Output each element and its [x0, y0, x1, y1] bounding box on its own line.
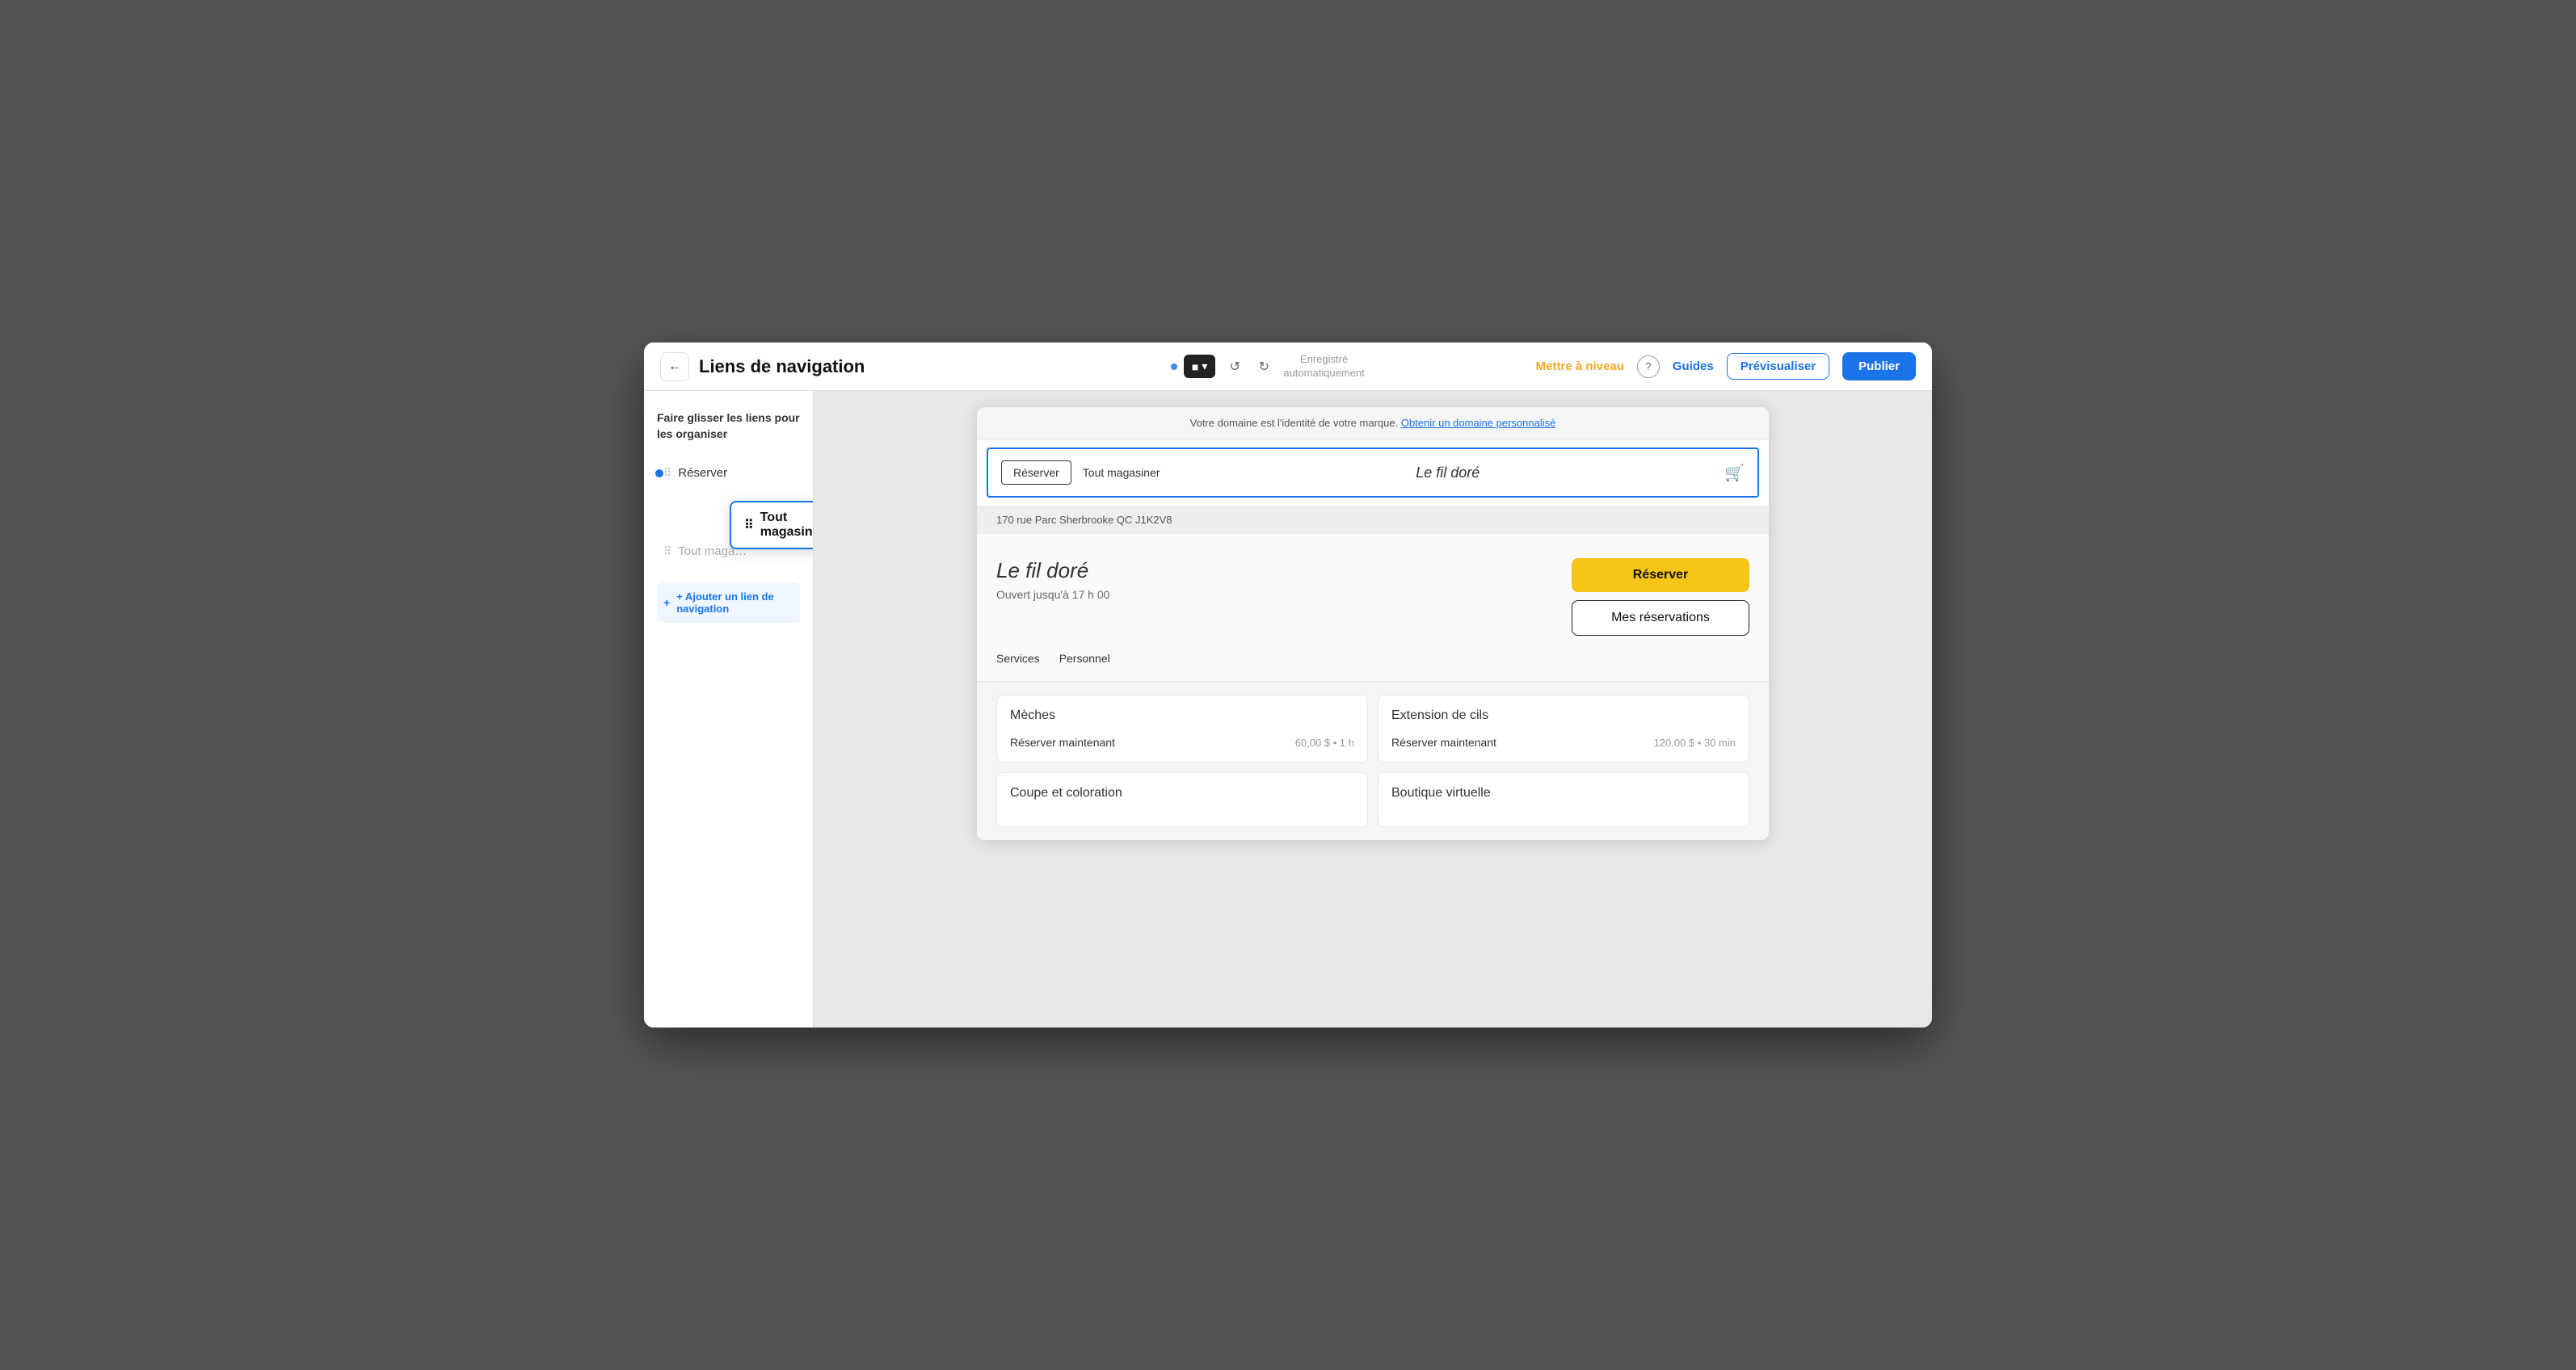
guides-button[interactable]: Guides	[1673, 359, 1714, 373]
undo-redo-group: ↺ ↻	[1222, 354, 1277, 380]
device-icon: ■	[1192, 360, 1198, 373]
undo-button[interactable]: ↺	[1222, 354, 1248, 380]
service-card-meches: Mèches Réserver maintenant 60,00 $ • 1 h	[996, 695, 1368, 763]
service-tabs: Services Personnel	[977, 652, 1769, 682]
active-indicator	[655, 469, 663, 477]
card-link-meches[interactable]: Réserver maintenant	[1010, 736, 1115, 749]
add-icon: +	[663, 596, 670, 609]
drag-handle-reserver: ⠿	[663, 466, 671, 480]
card-name-extension: Extension de cils	[1391, 708, 1736, 723]
drag-handle-muted: ⠿	[663, 544, 671, 558]
add-nav-link-button[interactable]: + + Ajouter un lien de navigation	[657, 582, 800, 623]
card-name-meches: Mèches	[1010, 708, 1354, 723]
help-button[interactable]: ?	[1637, 355, 1660, 378]
business-actions: Réserver Mes réservations	[1572, 558, 1749, 636]
address-bar: 170 rue Parc Sherbrooke QC J1K2V8	[977, 506, 1769, 534]
app-window: ← Liens de navigation ■ ▾ ↺ ↻ Enregistré…	[644, 342, 1932, 1028]
service-card-boutique: Boutique virtuelle	[1378, 772, 1749, 827]
card-name-boutique: Boutique virtuelle	[1391, 786, 1736, 801]
card-meta-extension: 120,00 $ • 30 min	[1654, 737, 1736, 749]
auto-saved-status: Enregistré automatiquement	[1283, 353, 1364, 380]
tab-personnel[interactable]: Personnel	[1059, 652, 1110, 668]
reserver-yellow-button[interactable]: Réserver	[1572, 558, 1749, 592]
preview-nav-links: Réserver Tout magasiner	[1001, 460, 1172, 485]
sidebar: Faire glisser les liens pour les organis…	[644, 391, 814, 1028]
nav-link-reserver[interactable]: Réserver	[1001, 460, 1071, 485]
card-footer-meches: Réserver maintenant 60,00 $ • 1 h	[1010, 736, 1354, 749]
service-card-extension: Extension de cils Réserver maintenant 12…	[1378, 695, 1749, 763]
preview-frame: Votre domaine est l'identité de votre ma…	[977, 407, 1769, 840]
back-button[interactable]: ←	[660, 352, 689, 381]
dropdown-arrow: ▾	[1202, 359, 1207, 373]
domain-link[interactable]: Obtenir un domaine personnalisé	[1401, 417, 1556, 429]
publish-button[interactable]: Publier	[1842, 352, 1916, 380]
page-title: Liens de navigation	[699, 356, 865, 377]
business-hours: Ouvert jusqu'à 17 h 00	[996, 588, 1109, 601]
nav-link-tout-magasiner[interactable]: Tout magasiner	[1071, 461, 1172, 484]
card-name-coupe: Coupe et coloration	[1010, 786, 1354, 801]
preview-navbar: Réserver Tout magasiner Le fil doré 🛒	[987, 448, 1759, 498]
tab-services[interactable]: Services	[996, 652, 1040, 668]
canvas-area: Votre domaine est l'identité de votre ma…	[814, 391, 1932, 1028]
toolbar-left: ← Liens de navigation	[660, 352, 1000, 381]
sidebar-instruction: Faire glisser les liens pour les organis…	[657, 410, 800, 442]
card-meta-meches: 60,00 $ • 1 h	[1295, 737, 1354, 749]
toolbar: ← Liens de navigation ■ ▾ ↺ ↻ Enregistré…	[644, 342, 1932, 391]
card-footer-extension: Réserver maintenant 120,00 $ • 30 min	[1391, 736, 1736, 749]
main-area: Faire glisser les liens pour les organis…	[644, 391, 1932, 1028]
nav-items-list: ⠿ Réserver ⠿ Tout magasiner ⠿ Tout maga…	[657, 458, 800, 566]
dragged-label: Tout magasiner	[760, 511, 814, 540]
cart-icon[interactable]: 🛒	[1724, 463, 1745, 483]
toolbar-center: ■ ▾ ↺ ↻ Enregistré automatiquement	[1009, 353, 1526, 380]
add-nav-link-label: + Ajouter un lien de navigation	[676, 590, 793, 615]
address-text: 170 rue Parc Sherbrooke QC J1K2V8	[996, 514, 1172, 526]
dragged-nav-item[interactable]: ⠿ Tout magasiner	[730, 501, 814, 549]
device-selector[interactable]: ■ ▾	[1184, 355, 1216, 378]
upgrade-button[interactable]: Mettre à niveau	[1536, 359, 1624, 373]
preview-button[interactable]: Prévisualiser	[1727, 353, 1829, 380]
dot-indicator	[1171, 364, 1177, 370]
business-info: Le fil doré Ouvert jusqu'à 17 h 00	[996, 558, 1109, 601]
drag-handle-tout: ⠿	[744, 517, 754, 533]
preview-nav-brand: Le fil doré	[1416, 464, 1480, 481]
domain-banner: Votre domaine est l'identité de votre ma…	[977, 407, 1769, 439]
nav-item-reserver[interactable]: ⠿ Réserver	[657, 458, 800, 488]
toolbar-right: Mettre à niveau ? Guides Prévisualiser P…	[1536, 352, 1916, 380]
service-cards-grid: Mèches Réserver maintenant 60,00 $ • 1 h	[977, 682, 1769, 840]
redo-button[interactable]: ↻	[1251, 354, 1277, 380]
business-name: Le fil doré	[996, 558, 1109, 583]
business-section: Le fil doré Ouvert jusqu'à 17 h 00 Réser…	[977, 534, 1769, 652]
mes-reservations-button[interactable]: Mes réservations	[1572, 600, 1749, 636]
nav-item-reserver-label: Réserver	[678, 466, 727, 480]
card-link-extension[interactable]: Réserver maintenant	[1391, 736, 1496, 749]
service-card-coupe: Coupe et coloration	[996, 772, 1368, 827]
domain-text: Votre domaine est l'identité de votre ma…	[1190, 417, 1399, 429]
